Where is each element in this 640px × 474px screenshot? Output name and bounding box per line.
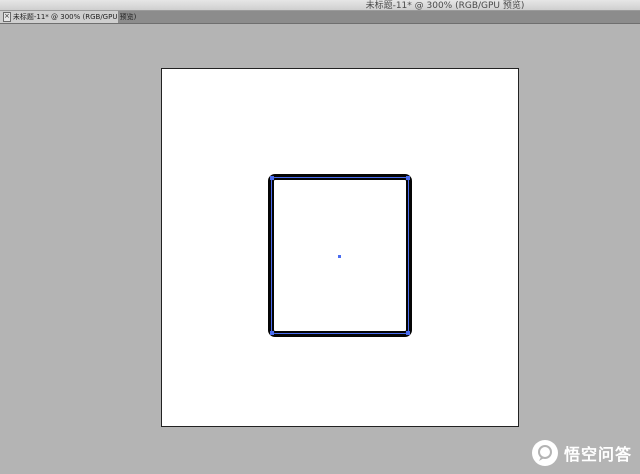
anchor-point-top-left[interactable]	[270, 176, 274, 180]
chat-bubble-icon	[531, 440, 558, 466]
anchor-point-top-right[interactable]	[406, 176, 410, 180]
document-tab-bar: × 未标题-11* @ 300% (RGB/GPU 预览)	[0, 11, 640, 24]
anchor-point-bottom-left[interactable]	[270, 331, 274, 335]
watermark: 悟空问答	[531, 440, 632, 466]
document-tab-label: 未标题-11* @ 300% (RGB/GPU 预览)	[12, 13, 137, 21]
document-tab[interactable]: × 未标题-11* @ 300% (RGB/GPU 预览)	[0, 11, 136, 23]
shape-center-point	[338, 255, 341, 258]
window-titlebar: 未标题-11* @ 300% (RGB/GPU 预览)	[0, 0, 640, 11]
window-title: 未标题-11* @ 300% (RGB/GPU 预览)	[365, 1, 525, 11]
anchor-point-bottom-right[interactable]	[406, 331, 410, 335]
close-icon[interactable]: ×	[3, 12, 11, 22]
watermark-text: 悟空问答	[563, 445, 632, 464]
